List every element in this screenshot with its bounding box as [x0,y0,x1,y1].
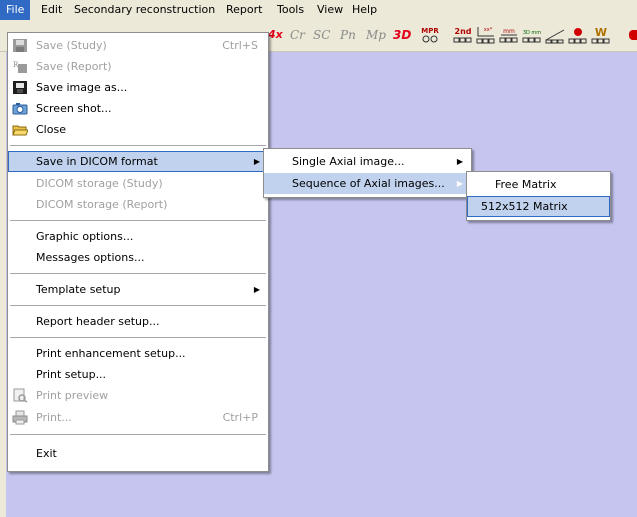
submenu-arrow-icon: ▶ [253,285,260,294]
svg-text:MPR: MPR [421,27,439,35]
menu-bar: File Edit Secondary reconstruction Repor… [0,0,637,21]
submenu-arrow-icon: ▶ [456,157,463,166]
menu-item-label: Close [36,123,66,136]
save-disk-icon [12,38,28,53]
save-image-icon [12,80,28,95]
menu-item-512x512-matrix[interactable]: 512x512 Matrix [467,196,610,217]
menu-help[interactable]: Help [346,0,383,20]
3d-mm-icon[interactable]: 3D mm [521,24,543,46]
menu-item-label: Save image as... [36,81,128,94]
toolbar-3d-button[interactable]: 3D [393,23,411,47]
menu-tools[interactable]: Tools [271,0,310,20]
svg-text:2nd: 2nd [455,27,472,36]
menu-item-label: Graphic options... [36,230,134,243]
submenu-arrow-icon: ▶ [456,179,463,188]
svg-text:mm: mm [503,28,515,35]
mpr-icon[interactable]: MPR [419,24,441,46]
menu-item-label: Report header setup... [36,315,160,328]
menu-item-print[interactable]: Print... Ctrl+P [8,407,268,428]
dicom-submenu: Single Axial image... ▶ Sequence of Axia… [263,148,472,198]
menu-separator [10,305,266,306]
menu-item-single-axial-image[interactable]: Single Axial image... ▶ [264,151,471,172]
open-folder-icon [12,122,28,137]
menu-item-dicom-storage-study[interactable]: DICOM storage (Study) [8,173,268,194]
menu-item-template-setup[interactable]: Template setup ▶ [8,279,268,300]
menu-item-label: Print preview [36,389,109,402]
printer-icon [12,410,28,425]
svg-text:xx*: xx* [484,27,493,33]
toolbar-sc-button[interactable]: SC [313,23,330,47]
menu-item-print-setup[interactable]: Print setup... [8,364,268,385]
menu-separator [10,273,266,274]
menu-item-label: DICOM storage (Report) [36,198,168,211]
menu-report[interactable]: Report [220,0,268,20]
print-preview-icon [12,388,28,403]
menu-item-label: DICOM storage (Study) [36,177,163,190]
menu-item-report-header-setup[interactable]: Report header setup... [8,311,268,332]
curve-icon[interactable] [544,24,566,46]
menu-item-messages-options[interactable]: Messages options... [8,247,268,268]
menu-item-save-report[interactable]: R Save (Report) [8,56,268,77]
sequence-submenu: Free Matrix 512x512 Matrix [466,171,611,221]
red-dot-icon[interactable] [567,24,589,46]
menu-item-label: Print... [36,411,72,424]
menu-separator [10,220,266,221]
menu-item-save-study[interactable]: Save (Study) Ctrl+S [8,35,268,56]
menu-item-label: Save (Study) [36,39,107,52]
menu-separator [10,145,266,146]
w-icon[interactable]: W [590,24,612,46]
menu-item-label: Sequence of Axial images... [292,177,445,190]
menu-item-label: Print enhancement setup... [36,347,186,360]
menu-item-screen-shot[interactable]: Screen shot... [8,98,268,119]
save-report-icon: R [12,59,28,74]
mm-grid-icon[interactable]: mm [498,24,520,46]
menu-item-print-enhancement-setup[interactable]: Print enhancement setup... [8,343,268,364]
menu-item-label: Screen shot... [36,102,112,115]
menu-item-close[interactable]: Close [8,119,268,140]
menu-item-label: Print setup... [36,368,107,381]
toolbar-cr-button[interactable]: Cr [290,23,305,47]
svg-text:W: W [595,26,607,39]
menu-item-sequence-of-axial-images[interactable]: Sequence of Axial images... ▶ [264,173,471,194]
menu-item-label: Messages options... [36,251,145,264]
menu-item-label: Template setup [36,283,121,296]
menu-item-label: Single Axial image... [292,155,405,168]
menu-file[interactable]: File [0,0,31,20]
submenu-arrow-icon: ▶ [253,157,260,166]
camera-icon [12,101,28,116]
menu-item-free-matrix[interactable]: Free Matrix [467,174,610,195]
menu-item-dicom-storage-report[interactable]: DICOM storage (Report) [8,194,268,215]
menu-item-save-image-as[interactable]: Save image as... [8,77,268,98]
menu-separator [10,434,266,435]
menu-item-print-preview[interactable]: Print preview [8,385,268,406]
menu-item-label: Save in DICOM format [36,155,158,168]
svg-text:3D mm: 3D mm [523,30,541,36]
file-menu: Save (Study) Ctrl+S R Save (Report) Save… [7,32,269,472]
menu-item-label: 512x512 Matrix [481,200,568,213]
menu-separator [10,337,266,338]
2nd-icon[interactable]: 2nd [452,24,474,46]
menu-edit[interactable]: Edit [35,0,68,20]
menu-secondary-reconstruction[interactable]: Secondary reconstruction [68,0,221,20]
shortcut-label: Ctrl+P [222,411,258,424]
toolbar-pn-button[interactable]: Pn [340,23,356,47]
menu-item-label: Exit [36,447,57,460]
menu-item-save-in-dicom-format[interactable]: Save in DICOM format ▶ [8,151,268,172]
menu-item-label: Free Matrix [495,178,557,191]
menu-view[interactable]: View [311,0,349,20]
toolbar-mp-button[interactable]: Mp [366,23,386,47]
menu-item-graphic-options[interactable]: Graphic options... [8,226,268,247]
xxx-chart-icon[interactable]: xx* [475,24,497,46]
menu-item-exit[interactable]: Exit [8,443,268,464]
toolbar-4x-button[interactable]: 4x [268,23,283,47]
toolbar-overflow-icon[interactable] [629,30,637,40]
shortcut-label: Ctrl+S [222,39,258,52]
menu-item-label: Save (Report) [36,60,112,73]
